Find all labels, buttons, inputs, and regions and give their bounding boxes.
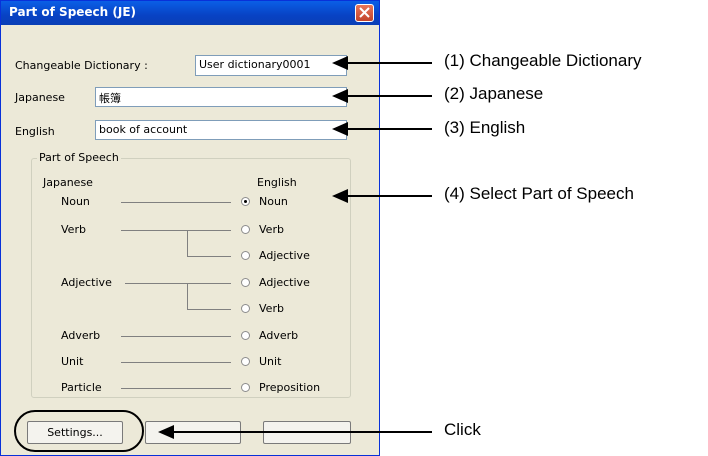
callout-arrow — [346, 62, 432, 64]
callout-english: (3) English — [444, 118, 526, 137]
japanese-input-value: 帳簿 — [99, 92, 121, 105]
jp-adverb-label: Adverb — [61, 329, 101, 342]
en-unit-label: Unit — [259, 355, 282, 368]
callout-arrow — [346, 128, 432, 130]
callout-select-part-of-speech: (4) Select Part of Speech — [444, 184, 634, 203]
changeable-dictionary-select[interactable]: User dictionary0001 — [195, 55, 347, 76]
en-adjective-label: Adjective — [259, 249, 310, 262]
callout-click: Click — [444, 420, 481, 439]
japanese-label: Japanese — [15, 91, 65, 104]
callout-arrow — [172, 431, 432, 433]
callout-changeable-dictionary: (1) Changeable Dictionary — [444, 51, 642, 70]
part-of-speech-group-title: Part of Speech — [37, 151, 121, 164]
settings-highlight-oval — [14, 410, 144, 452]
japanese-column-header: Japanese — [43, 176, 93, 189]
radio-unit[interactable] — [241, 357, 250, 366]
en-verb-label: Verb — [259, 302, 284, 315]
connector-line — [121, 336, 231, 337]
jp-particle-label: Particle — [61, 381, 102, 394]
english-label: English — [15, 125, 55, 138]
connector-line — [187, 256, 231, 257]
radio-adjective[interactable] — [241, 278, 250, 287]
en-noun-label: Noun — [259, 195, 288, 208]
connector-line — [121, 388, 231, 389]
jp-unit-label: Unit — [61, 355, 84, 368]
connector-line — [187, 283, 188, 309]
japanese-input[interactable]: 帳簿 — [95, 87, 347, 107]
en-preposition-label: Preposition — [259, 381, 321, 394]
close-button[interactable] — [355, 4, 374, 22]
title-bar: Part of Speech (JE) — [1, 1, 379, 25]
changeable-dictionary-label: Changeable Dictionary : — [15, 59, 148, 72]
en-adverb-label: Adverb — [259, 329, 299, 342]
callout-japanese: (2) Japanese — [444, 84, 544, 103]
jp-noun-label: Noun — [61, 195, 90, 208]
part-of-speech-dialog: Part of Speech (JE) Changeable Dictionar… — [0, 0, 380, 456]
radio-preposition[interactable] — [241, 383, 250, 392]
radio-adverb[interactable] — [241, 331, 250, 340]
english-input-value: book of account — [99, 123, 188, 136]
connector-line — [121, 202, 231, 203]
radio-verb-adjective[interactable] — [241, 251, 250, 260]
connector-line — [125, 283, 231, 284]
callout-arrow — [346, 195, 432, 197]
jp-adjective-label: Adjective — [61, 276, 112, 289]
english-input[interactable]: book of account — [95, 120, 347, 140]
en-adjective-label: Adjective — [259, 276, 310, 289]
connector-line — [187, 230, 188, 256]
en-verb-label: Verb — [259, 223, 284, 236]
close-icon — [359, 7, 370, 18]
connector-line — [121, 362, 231, 363]
english-column-header: English — [257, 176, 297, 189]
radio-verb[interactable] — [241, 225, 250, 234]
radio-noun[interactable] — [241, 197, 250, 206]
connector-line — [121, 230, 231, 231]
connector-line — [187, 309, 231, 310]
callout-arrow — [346, 95, 432, 97]
changeable-dictionary-value: User dictionary0001 — [199, 58, 311, 71]
jp-verb-label: Verb — [61, 223, 86, 236]
radio-adjective-verb[interactable] — [241, 304, 250, 313]
dialog-title: Part of Speech (JE) — [9, 5, 137, 19]
